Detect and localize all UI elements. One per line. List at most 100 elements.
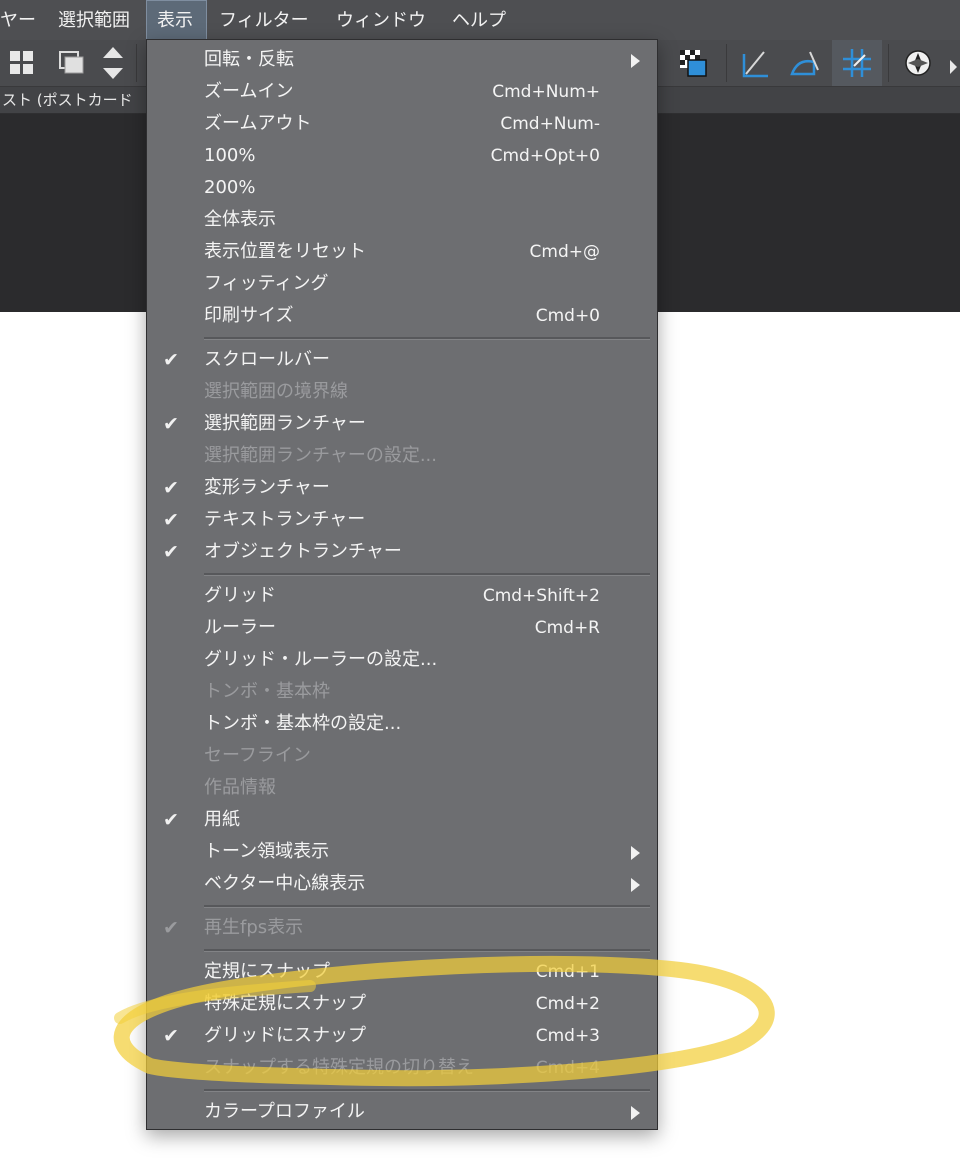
menu-item-shortcut: Cmd+4 <box>535 1058 600 1078</box>
layer-window-icon[interactable] <box>52 40 92 86</box>
menubar-item-selection[interactable]: 選択範囲 <box>48 0 140 40</box>
menu-item-5[interactable]: 全体表示 <box>147 204 655 236</box>
ruler-curve-icon[interactable] <box>784 40 828 86</box>
menubar-item-view[interactable]: 表示 <box>146 0 207 40</box>
menubar-item-window[interactable]: ウィンドウ <box>326 0 436 40</box>
menu-item-34: スナップする特殊定規の切り替え Cmd+4 <box>147 1052 655 1084</box>
checkmark-icon: ✔ <box>163 509 179 531</box>
menu-item-shortcut: Cmd+Num- <box>500 114 600 134</box>
navigator-icon[interactable] <box>898 40 942 86</box>
checkmark-icon: ✔ <box>163 541 179 563</box>
checkmark-icon: ✔ <box>163 349 179 371</box>
menu-item-31[interactable]: 定規にスナップ Cmd+1 <box>147 956 655 988</box>
menu-item-shortcut: Cmd+Shift+2 <box>482 586 600 606</box>
checkerboard-layer-icon[interactable] <box>668 40 718 86</box>
menu-item-label: ズームアウト <box>204 113 312 134</box>
menu-item-100[interactable]: 100% Cmd+Opt+0 <box>147 140 655 172</box>
menu-item-label: グリッドにスナップ <box>204 1025 366 1046</box>
menu-item-25[interactable]: ✔ 用紙 <box>147 804 655 836</box>
menu-separator <box>204 905 650 908</box>
menu-item-27[interactable]: ベクター中心線表示 <box>147 868 655 900</box>
submenu-arrow-icon <box>631 54 640 68</box>
menu-item-label: セーフライン <box>204 745 311 766</box>
menu-item-label: 変形ランチャー <box>204 477 330 498</box>
menu-item-shortcut: Cmd+Num+ <box>492 82 600 102</box>
menu-item-21: トンボ・基本枠 <box>147 676 655 708</box>
menu-item-label: 選択範囲ランチャー <box>204 413 366 434</box>
menu-item-label: 回転・反転 <box>204 49 294 70</box>
menu-item-label: フィッティング <box>204 273 329 294</box>
menu-bar: ヤー 選択範囲 表示 フィルター ウィンドウ ヘルプ <box>0 0 960 41</box>
menu-separator <box>204 949 650 952</box>
canvas-tab-title[interactable]: スト (ポストカード <box>0 87 133 113</box>
menu-item-label: 再生fps表示 <box>204 917 304 938</box>
menu-item-7[interactable]: フィッティング <box>147 268 655 300</box>
view-menu-dropdown: 回転・反転ズームイン Cmd+Num+ ズームアウト Cmd+Num- 100% Cmd+… <box>146 39 658 1130</box>
menu-item-shortcut: Cmd+@ <box>529 242 600 262</box>
menu-item-200[interactable]: 200% <box>147 172 655 204</box>
menu-item-13: 選択範囲ランチャーの設定... <box>147 440 655 472</box>
menu-item-2[interactable]: ズームアウト Cmd+Num- <box>147 108 655 140</box>
menu-item-label: グリッド <box>204 585 276 606</box>
checkmark-icon: ✔ <box>163 809 179 831</box>
menu-item-15[interactable]: ✔ テキストランチャー <box>147 504 655 536</box>
menu-item-label: 用紙 <box>204 809 240 830</box>
menu-item-shortcut: Cmd+0 <box>535 306 600 326</box>
menubar-item-filter[interactable]: フィルター <box>209 0 319 40</box>
menu-item-26[interactable]: トーン領域表示 <box>147 836 655 868</box>
menu-item-33[interactable]: ✔ グリッドにスナップ Cmd+3 <box>147 1020 655 1052</box>
ruler-angle-icon[interactable] <box>734 40 778 86</box>
menu-item-shortcut: Cmd+2 <box>535 994 600 1014</box>
menu-item-label: 200% <box>204 177 256 198</box>
menu-item-18[interactable]: グリッド Cmd+Shift+2 <box>147 580 655 612</box>
menu-item-label: スナップする特殊定規の切り替え <box>204 1057 474 1078</box>
overflow-arrow-icon[interactable] <box>944 40 960 86</box>
submenu-arrow-icon <box>631 1106 640 1120</box>
menu-item-1[interactable]: ズームイン Cmd+Num+ <box>147 76 655 108</box>
menu-item-shortcut: Cmd+Opt+0 <box>490 146 600 166</box>
menu-item-23: セーフライン <box>147 740 655 772</box>
up-down-arrows-icon[interactable] <box>96 40 130 86</box>
menu-item-label: 作品情報 <box>204 777 276 798</box>
menu-item-label: 選択範囲の境界線 <box>204 381 348 402</box>
menu-item-label: グリッド・ルーラーの設定... <box>204 649 438 670</box>
menu-item-label: 特殊定規にスナップ <box>204 993 366 1014</box>
menu-item-label: トンボ・基本枠 <box>204 681 330 702</box>
menu-item-36[interactable]: カラープロファイル <box>147 1096 655 1128</box>
menu-item-label: トーン領域表示 <box>204 841 330 862</box>
menu-item-19[interactable]: ルーラー Cmd+R <box>147 612 655 644</box>
checkmark-icon: ✔ <box>163 1025 179 1047</box>
menu-item-10[interactable]: ✔ スクロールバー <box>147 344 655 376</box>
checkmark-icon: ✔ <box>163 413 179 435</box>
menu-separator <box>204 1089 650 1092</box>
grid-icon[interactable] <box>4 40 40 86</box>
menu-item-16[interactable]: ✔ オブジェクトランチャー <box>147 536 655 568</box>
menu-item-fps: ✔ 再生fps表示 <box>147 912 655 944</box>
menu-item-32[interactable]: 特殊定規にスナップ Cmd+2 <box>147 988 655 1020</box>
menu-item-label: ベクター中心線表示 <box>204 873 366 894</box>
menu-item-label: 選択範囲ランチャーの設定... <box>204 445 437 466</box>
menubar-item-layer[interactable]: ヤー <box>0 0 46 40</box>
menu-item-11: 選択範囲の境界線 <box>147 376 655 408</box>
menubar-item-help[interactable]: ヘルプ <box>442 0 516 40</box>
menu-separator <box>204 573 650 576</box>
snap-grid-icon[interactable] <box>832 40 882 86</box>
menu-item-label: ルーラー <box>204 617 276 638</box>
menu-item-label: ズームイン <box>204 81 294 102</box>
menu-item-0[interactable]: 回転・反転 <box>147 44 655 76</box>
menu-item-label: 全体表示 <box>204 209 276 230</box>
menu-item-label: オブジェクトランチャー <box>204 541 402 562</box>
menu-item-12[interactable]: ✔ 選択範囲ランチャー <box>147 408 655 440</box>
menu-item-14[interactable]: ✔ 変形ランチャー <box>147 472 655 504</box>
menu-item-20[interactable]: グリッド・ルーラーの設定... <box>147 644 655 676</box>
menu-item-22[interactable]: トンボ・基本枠の設定... <box>147 708 655 740</box>
checkmark-icon: ✔ <box>163 477 179 499</box>
menu-item-8[interactable]: 印刷サイズ Cmd+0 <box>147 300 655 332</box>
checkmark-icon: ✔ <box>163 917 179 939</box>
submenu-arrow-icon <box>631 846 640 860</box>
menu-item-label: テキストランチャー <box>204 509 366 530</box>
menu-item-label: 表示位置をリセット <box>204 241 366 262</box>
menu-item-6[interactable]: 表示位置をリセット Cmd+@ <box>147 236 655 268</box>
menu-item-shortcut: Cmd+1 <box>535 962 600 982</box>
menu-separator <box>204 337 650 340</box>
